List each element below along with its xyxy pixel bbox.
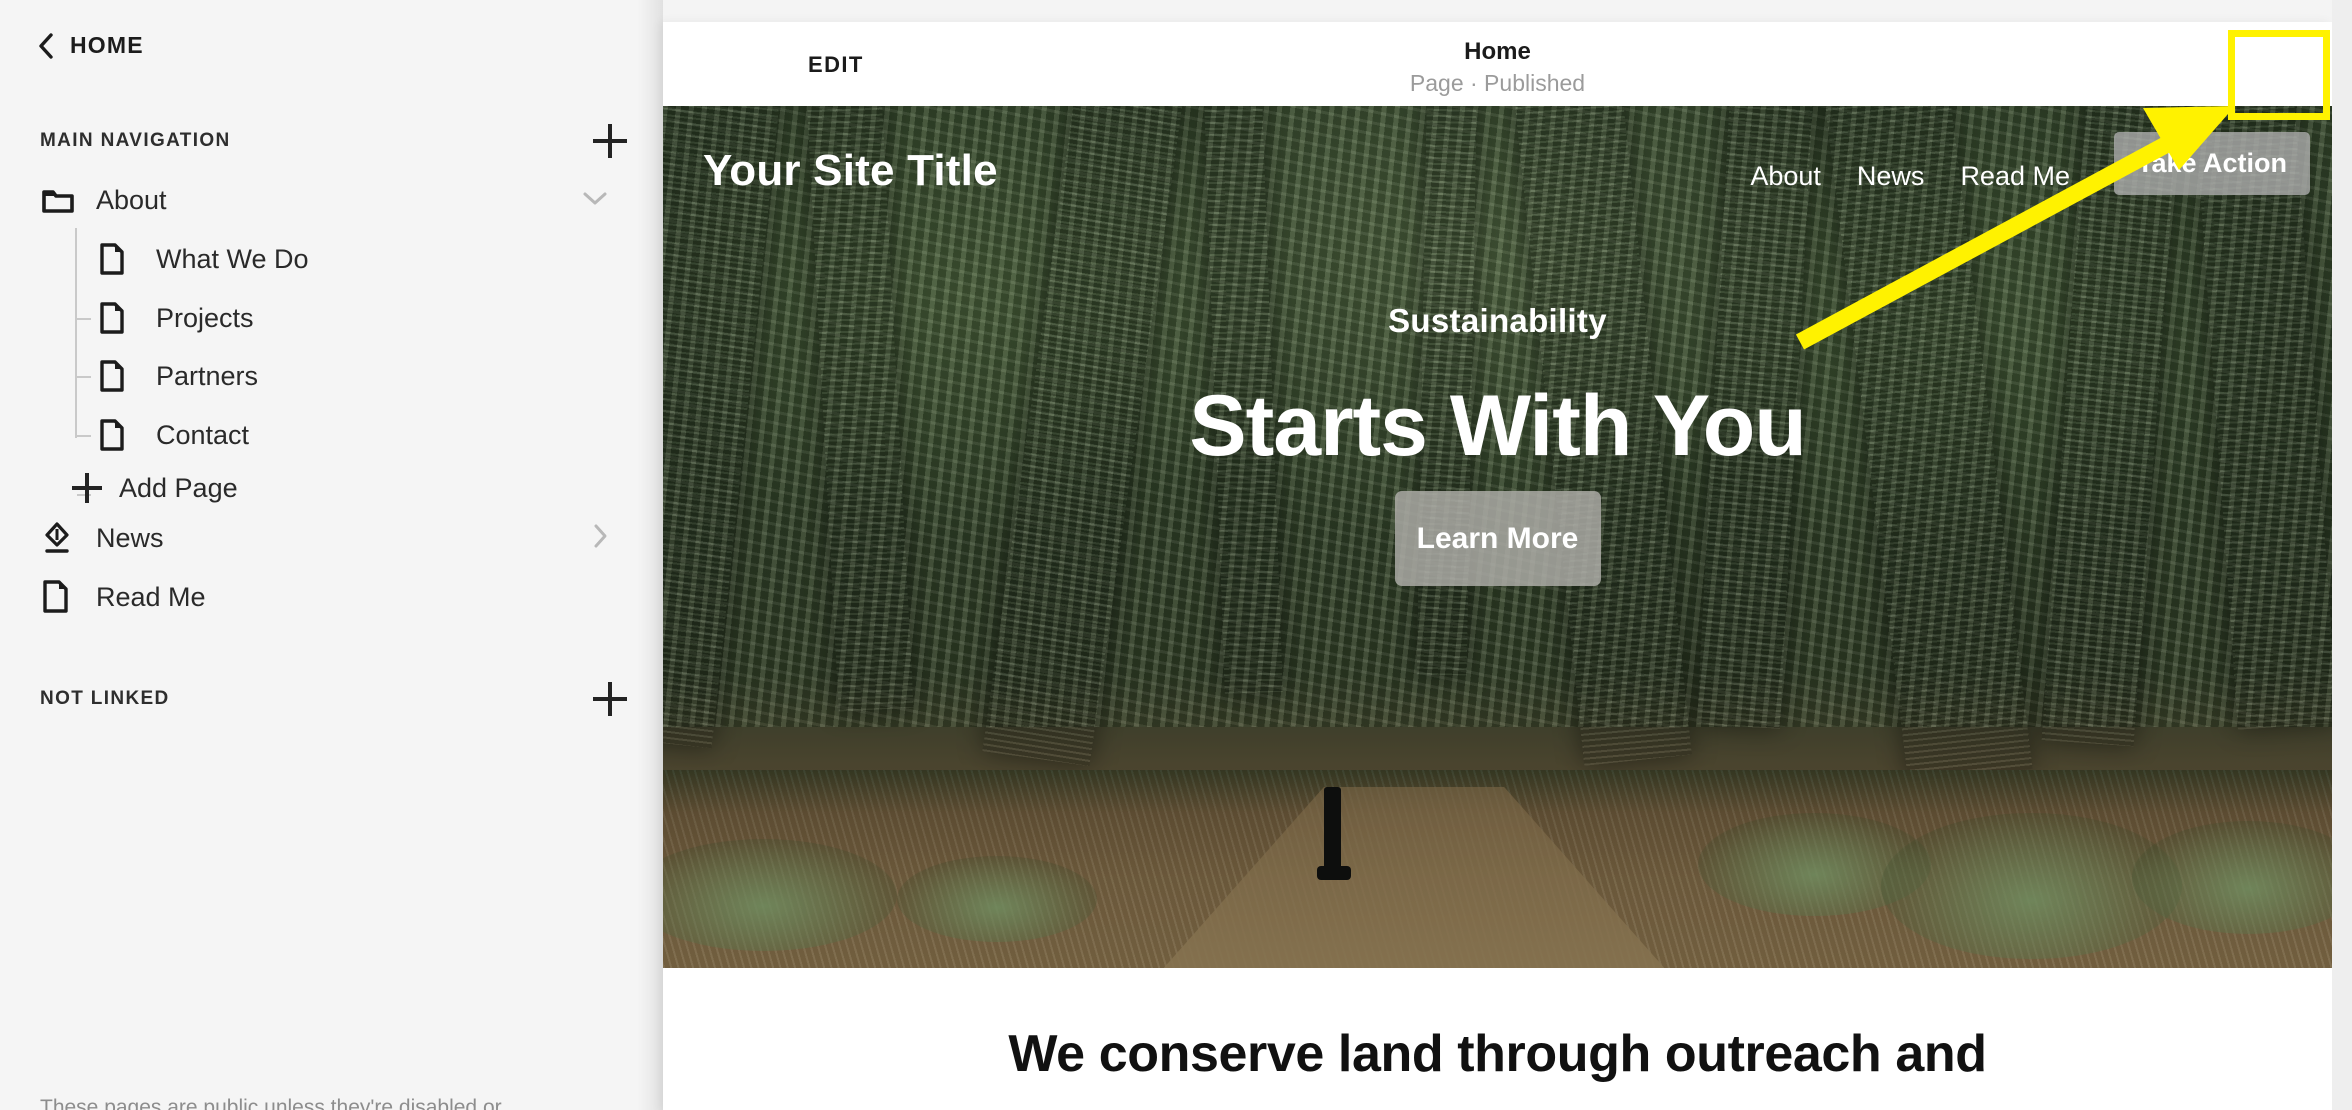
sidebar-item-label: News <box>96 522 164 553</box>
not-linked-title: NOT LINKED <box>40 688 170 709</box>
not-linked-description: These pages are public unless they're di… <box>40 1096 502 1110</box>
sidebar-item-label: Contact <box>156 419 250 450</box>
app-root: HOME MAIN NAVIGATION About What We Do Pr… <box>0 0 2352 1110</box>
below-hero-headline: We conserve land through outreach and <box>1008 1025 1987 1083</box>
below-hero-section: We conserve land through outreach and <box>663 968 2332 1110</box>
sidebar-item-label: What We Do <box>156 243 309 274</box>
chevron-down-icon[interactable] <box>582 190 608 211</box>
chevron-right-icon[interactable] <box>592 523 608 554</box>
sidebar-item-news[interactable]: News <box>0 508 663 568</box>
preview-topbar: EDIT Home Page · Published <box>663 22 2332 106</box>
main-navigation-header: MAIN NAVIGATION <box>40 124 627 158</box>
back-to-home-button[interactable]: HOME <box>38 32 144 59</box>
take-action-button[interactable]: Take Action <box>2114 132 2310 195</box>
page-icon <box>42 580 82 614</box>
page-status: Page · Published <box>1409 70 1586 96</box>
page-meta: Home Page · Published <box>663 36 2332 98</box>
sidebar-item-projects[interactable]: Projects <box>0 288 663 348</box>
sidebar-item-partners[interactable]: Partners <box>0 346 663 406</box>
site-nav-link-news[interactable]: News <box>1857 161 1925 192</box>
hero-eyebrow: Sustainability <box>1388 302 1607 339</box>
panel-right-gutter <box>2332 0 2352 1110</box>
site-nav: About News Read Me <box>1750 161 2070 192</box>
add-main-navigation-page-button[interactable] <box>593 124 627 158</box>
sidebar-item-about[interactable]: About <box>0 170 663 230</box>
back-label: HOME <box>70 32 144 58</box>
add-not-linked-page-button[interactable] <box>593 682 627 716</box>
folder-icon <box>42 186 82 214</box>
site-nav-link-about[interactable]: About <box>1750 161 1821 192</box>
site-nav-link-read-me[interactable]: Read Me <box>1960 161 2070 192</box>
sidebar-item-read-me[interactable]: Read Me <box>0 567 663 627</box>
page-title: Home <box>1464 38 1531 65</box>
hero-headline: Starts With You <box>1189 378 1807 474</box>
sidebar-item-label: About <box>96 184 167 215</box>
learn-more-button[interactable]: Learn More <box>1394 491 1601 586</box>
blog-pen-icon <box>42 521 82 555</box>
sidebar-item-label: Partners <box>156 360 259 391</box>
sidebar-item-label: Read Me <box>96 581 206 612</box>
site-preview-panel: EDIT Home Page · Published Your Site Tit… <box>663 22 2332 1110</box>
sidebar-item-what-we-do[interactable]: What We Do <box>0 229 663 289</box>
chevron-left-icon <box>39 32 53 59</box>
page-icon <box>99 243 139 275</box>
site-title[interactable]: Your Site Title <box>703 146 998 196</box>
pages-sidebar: HOME MAIN NAVIGATION About What We Do Pr… <box>0 0 663 1110</box>
hero-section: Your Site Title About News Read Me Take … <box>663 106 2332 968</box>
page-icon <box>99 419 139 451</box>
add-page-label: Add Page <box>119 472 238 503</box>
sidebar-item-label: Projects <box>156 302 254 333</box>
page-icon <box>99 302 139 334</box>
sidebar-item-contact[interactable]: Contact <box>0 405 663 465</box>
plus-icon <box>72 473 102 503</box>
main-navigation-title: MAIN NAVIGATION <box>40 130 231 151</box>
page-icon <box>99 360 139 392</box>
not-linked-header: NOT LINKED <box>40 682 627 716</box>
